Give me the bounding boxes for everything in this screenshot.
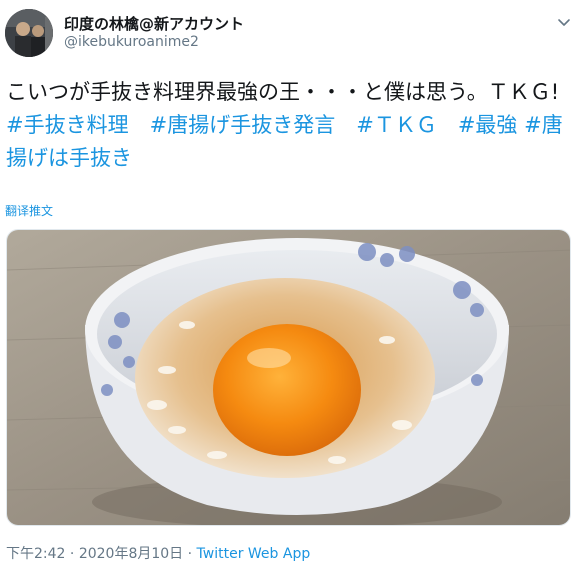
display-name[interactable]: 印度の林檎@新アカウント bbox=[64, 13, 244, 34]
tweet-text: こいつが手抜き料理界最強の王・・・と僕は思う。ＴＫＧ! #手抜き料理 #唐揚げ手抜… bbox=[6, 76, 572, 175]
tweet-source-link[interactable]: Twitter Web App bbox=[197, 546, 311, 562]
hashtag-link[interactable]: #手抜き料理 bbox=[6, 113, 129, 137]
user-handle[interactable]: @ikebukuroanime2 bbox=[64, 34, 199, 50]
meta-separator: · bbox=[69, 546, 75, 562]
hashtag-link[interactable]: #ＴＫＧ bbox=[356, 113, 437, 137]
avatar-image bbox=[5, 9, 53, 57]
translate-tweet-link[interactable]: 翻译推文 bbox=[5, 202, 53, 219]
tweet-time[interactable]: 下午2:42 bbox=[6, 546, 65, 562]
egg-rice-bowl-photo bbox=[7, 230, 570, 525]
hashtag-link[interactable]: #最強 bbox=[458, 113, 518, 137]
tweet-date[interactable]: 2020年8月10日 bbox=[79, 546, 183, 562]
hashtag-link[interactable]: #唐揚げ手抜き発言 bbox=[150, 113, 336, 137]
tweet-body: こいつが手抜き料理界最強の王・・・と僕は思う。ＴＫＧ! bbox=[6, 80, 560, 104]
avatar[interactable] bbox=[5, 9, 53, 57]
tweet-photo[interactable] bbox=[6, 229, 571, 526]
tweet-meta: 下午2:42 · 2020年8月10日 · Twitter Web App bbox=[6, 543, 310, 563]
chevron-down-icon[interactable] bbox=[556, 14, 572, 30]
meta-separator: · bbox=[187, 546, 193, 562]
